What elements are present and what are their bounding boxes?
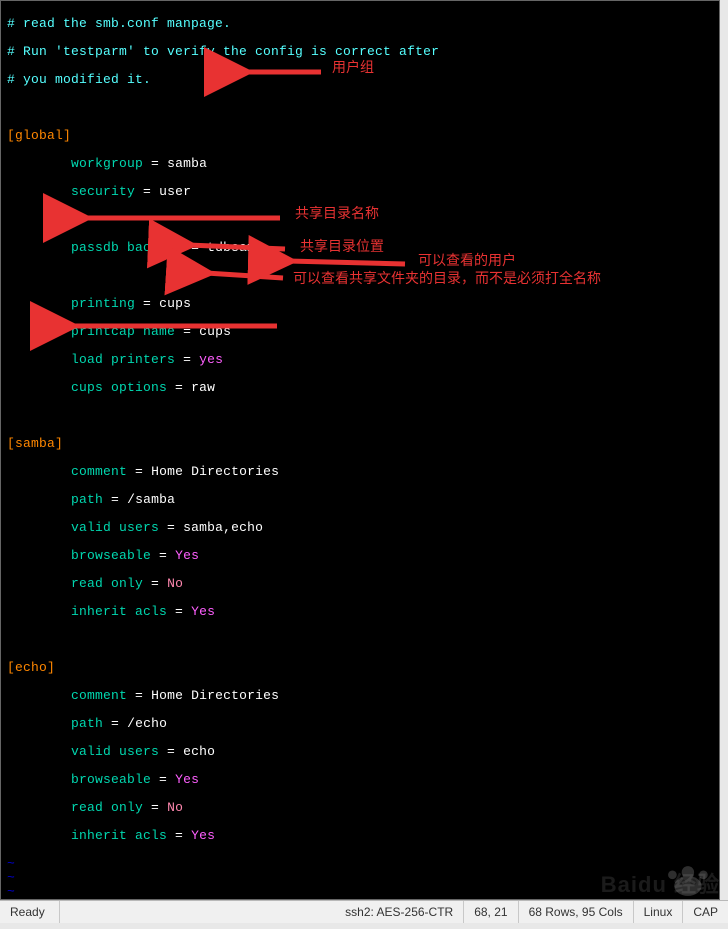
status-os: Linux bbox=[634, 901, 684, 923]
kv-line: browseable = Yes bbox=[7, 549, 713, 563]
section-header-echo: [echo] bbox=[7, 661, 713, 675]
kv-line: read only = No bbox=[7, 801, 713, 815]
kv-line: cups options = raw bbox=[7, 381, 713, 395]
kv-line: path = /echo bbox=[7, 717, 713, 731]
comment-line: # Run 'testparm' to verify the config is… bbox=[7, 45, 713, 59]
section-header-global: [global] bbox=[7, 129, 713, 143]
section-header-samba: [samba] bbox=[7, 437, 713, 451]
kv-line: load printers = yes bbox=[7, 353, 713, 367]
kv-line: comment = Home Directories bbox=[7, 465, 713, 479]
kv-line: browseable = Yes bbox=[7, 773, 713, 787]
comment-line: # you modified it. bbox=[7, 73, 713, 87]
kv-line: passdb backend = tdbsam bbox=[7, 241, 713, 255]
kv-line: security = user bbox=[7, 185, 713, 199]
kv-line: path = /samba bbox=[7, 493, 713, 507]
status-cap: CAP bbox=[683, 901, 728, 923]
status-dimensions: 68 Rows, 95 Cols bbox=[519, 901, 634, 923]
comment-line: # read the smb.conf manpage. bbox=[7, 17, 713, 31]
status-position: 68, 21 bbox=[464, 901, 518, 923]
status-bar: Ready ssh2: AES-256-CTR 68, 21 68 Rows, … bbox=[0, 900, 728, 923]
kv-line: printcap name = cups bbox=[7, 325, 713, 339]
kv-line: printing = cups bbox=[7, 297, 713, 311]
kv-line: valid users = samba,echo bbox=[7, 521, 713, 535]
kv-line: valid users = echo bbox=[7, 745, 713, 759]
kv-line: inherit acls = Yes bbox=[7, 829, 713, 843]
status-cipher: ssh2: AES-256-CTR bbox=[335, 901, 464, 923]
blank-line bbox=[7, 213, 713, 227]
status-ready: Ready bbox=[0, 901, 60, 923]
terminal-view[interactable]: # read the smb.conf manpage. # Run 'test… bbox=[0, 0, 720, 900]
kv-line: workgroup = samba bbox=[7, 157, 713, 171]
blank-line bbox=[7, 101, 713, 115]
blank-line bbox=[7, 633, 713, 647]
blank-line bbox=[7, 269, 713, 283]
kv-line: inherit acls = Yes bbox=[7, 605, 713, 619]
kv-line: comment = Home Directories bbox=[7, 689, 713, 703]
blank-line bbox=[7, 409, 713, 423]
kv-line: read only = No bbox=[7, 577, 713, 591]
